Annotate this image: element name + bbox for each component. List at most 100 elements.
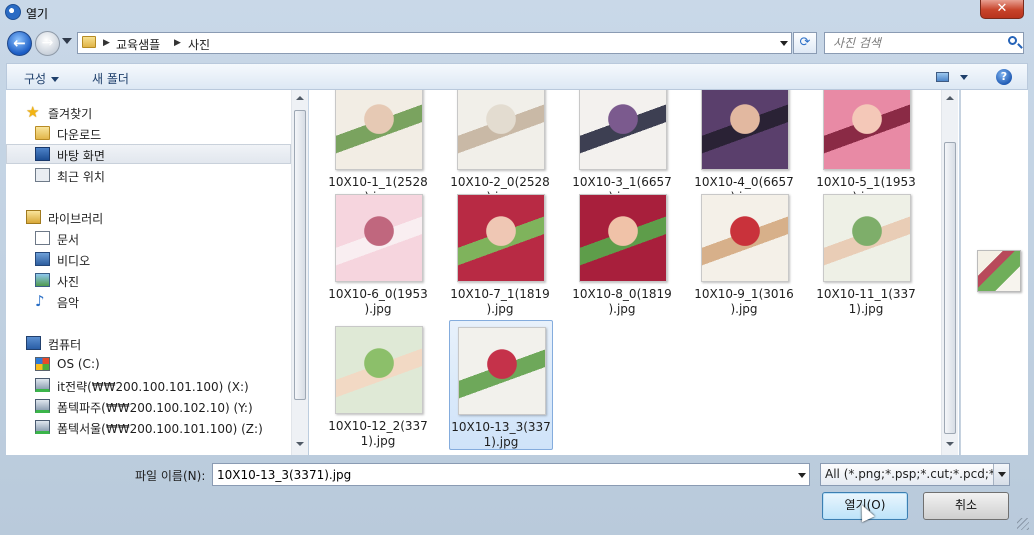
image-thumbnail	[335, 90, 423, 170]
search-input[interactable]	[825, 33, 1016, 53]
image-thumbnail	[335, 326, 423, 414]
files-scroll-thumb[interactable]	[944, 142, 956, 434]
nav-item-label: 문서	[57, 233, 80, 247]
nav-item-label: 최근 위치	[57, 170, 105, 184]
close-icon: ✕	[996, 1, 1008, 16]
back-button[interactable]: ←	[7, 31, 32, 56]
filetype-dropdown-icon[interactable]	[993, 464, 1009, 485]
file-name-line: 10X10-6_0(1953	[328, 287, 428, 301]
nav-item-downloads[interactable]: 다운로드	[35, 124, 285, 144]
help-icon[interactable]: ?	[996, 69, 1012, 85]
search-box[interactable]	[824, 32, 1024, 54]
view-options-chevron-icon[interactable]	[960, 75, 968, 80]
nav-item-pictures[interactable]: 사진	[35, 271, 285, 291]
file-item[interactable]: 10X10-8_0(1819).jpg	[571, 188, 675, 318]
toolbar: 구성 새 폴더 ?	[6, 63, 1028, 90]
file-item[interactable]: 10X10-7_1(1819).jpg	[449, 188, 553, 318]
app-icon	[5, 4, 21, 20]
file-item[interactable]: 10X10-13_3(337 1).jpg	[449, 320, 553, 450]
recent-pages-dropdown-icon[interactable]	[62, 38, 72, 44]
file-name-line: 10X10-7_1(1819	[450, 287, 550, 301]
desktop-icon	[35, 147, 50, 161]
address-dropdown-icon[interactable]	[780, 41, 788, 46]
filename-combobox[interactable]	[212, 463, 810, 486]
breadcrumb-item[interactable]: 교육샘플	[116, 36, 160, 53]
nav-item-videos[interactable]: 비디오	[35, 250, 285, 270]
nav-item-label: 폼텍서울(₩₩200.100.101.100) (Z:)	[57, 422, 263, 436]
filetype-select[interactable]: All (*.png;*.psp;*.cut;*.pcd;*.pic	[820, 463, 1010, 486]
image-thumbnail	[335, 194, 423, 282]
filetype-value: All (*.png;*.psp;*.cut;*.pcd;*.pic	[825, 467, 1010, 481]
nav-item-label: it전략(₩₩200.100.101.100) (X:)	[57, 380, 249, 394]
nav-item-drive-y[interactable]: 폼텍파주(₩₩200.100.102.10) (Y:)	[35, 397, 295, 417]
file-name-line: ).jpg	[608, 302, 636, 316]
network-drive-icon	[35, 399, 50, 413]
image-thumbnail	[579, 90, 667, 170]
change-view-icon[interactable]	[936, 72, 949, 82]
nav-item-recent-places[interactable]: 최근 위치	[35, 166, 285, 186]
files-scrollbar[interactable]	[941, 90, 958, 455]
breadcrumb-item[interactable]: 사진	[188, 36, 210, 53]
organize-button[interactable]: 구성	[24, 70, 60, 87]
scroll-down-icon[interactable]	[296, 442, 304, 446]
scroll-up-icon[interactable]	[946, 96, 954, 100]
nav-scroll-thumb[interactable]	[294, 110, 306, 400]
file-name-line: 1).jpg	[360, 434, 396, 448]
nav-favorites[interactable]: ★ 즐겨찾기	[26, 103, 286, 123]
nav-item-label: OS (C:)	[57, 357, 100, 371]
close-button[interactable]: ✕	[980, 0, 1024, 19]
nav-item-label: 다운로드	[57, 128, 102, 142]
computer-icon	[26, 336, 41, 350]
preview-thumbnail	[977, 250, 1021, 292]
breadcrumb-arrow-icon[interactable]: ▶	[174, 38, 181, 48]
preview-pane	[960, 90, 1028, 455]
recent-places-icon	[35, 168, 50, 182]
filename-input[interactable]	[213, 464, 791, 485]
nav-item-drive-c[interactable]: OS (C:)	[35, 355, 285, 375]
file-item[interactable]: 10X10-11_1(337 1).jpg	[815, 188, 919, 318]
file-item[interactable]: 10X10-12_2(337 1).jpg	[327, 320, 431, 450]
back-arrow-icon: ←	[13, 34, 26, 52]
file-name-line: 10X10-13_3(337	[451, 420, 551, 434]
scroll-up-icon[interactable]	[296, 96, 304, 100]
nav-item-desktop[interactable]: 바탕 화면	[6, 144, 291, 164]
new-folder-button[interactable]: 새 폴더	[92, 70, 129, 87]
file-item[interactable]: 10X10-6_0(1953).jpg	[327, 188, 431, 318]
navigation-pane: ★ 즐겨찾기 다운로드 바탕 화면 최근 위치 라이브러리 문서 비디오 사진 …	[6, 90, 308, 455]
image-thumbnail	[823, 90, 911, 170]
address-bar[interactable]: ▶ 교육샘플 ▶ 사진	[77, 32, 792, 54]
resize-grip[interactable]	[1017, 518, 1029, 530]
nav-libraries[interactable]: 라이브러리	[26, 208, 286, 228]
nav-favorites-label: 즐겨찾기	[48, 107, 93, 121]
nav-item-label: 음악	[57, 296, 80, 310]
search-icon[interactable]	[1008, 36, 1017, 45]
downloads-folder-icon	[35, 126, 50, 140]
filename-dropdown-icon[interactable]	[798, 473, 806, 478]
cancel-button[interactable]: 취소	[923, 492, 1009, 520]
nav-scrollbar[interactable]	[291, 90, 308, 455]
nav-item-music[interactable]: ♪ 음악	[35, 292, 285, 312]
nav-computer[interactable]: 컴퓨터	[26, 334, 286, 354]
file-item[interactable]: 10X10-9_1(3016).jpg	[693, 188, 797, 318]
forward-arrow-icon: →	[41, 35, 54, 51]
organize-label: 구성	[24, 72, 47, 86]
nav-item-drive-x[interactable]: it전략(₩₩200.100.101.100) (X:)	[35, 376, 295, 396]
nav-item-documents[interactable]: 문서	[35, 229, 285, 249]
network-drive-icon	[35, 420, 50, 434]
nav-item-drive-z[interactable]: 폼텍서울(₩₩200.100.101.100) (Z:)	[35, 418, 295, 438]
filename-label: 파일 이름(N):	[135, 469, 206, 483]
star-icon: ★	[26, 103, 40, 121]
file-name-line: 10X10-11_1(337	[816, 287, 916, 301]
image-thumbnail	[823, 194, 911, 282]
image-thumbnail	[458, 327, 546, 415]
forward-button[interactable]: →	[35, 31, 60, 56]
image-thumbnail	[701, 90, 789, 170]
scroll-down-icon[interactable]	[946, 442, 954, 446]
file-name-line: ).jpg	[364, 302, 392, 316]
breadcrumb-arrow-icon[interactable]: ▶	[103, 38, 110, 48]
image-thumbnail	[457, 90, 545, 170]
image-thumbnail	[457, 194, 545, 282]
refresh-button[interactable]: ⟳	[793, 32, 817, 54]
video-icon	[35, 252, 50, 266]
file-name-line: ).jpg	[730, 302, 758, 316]
